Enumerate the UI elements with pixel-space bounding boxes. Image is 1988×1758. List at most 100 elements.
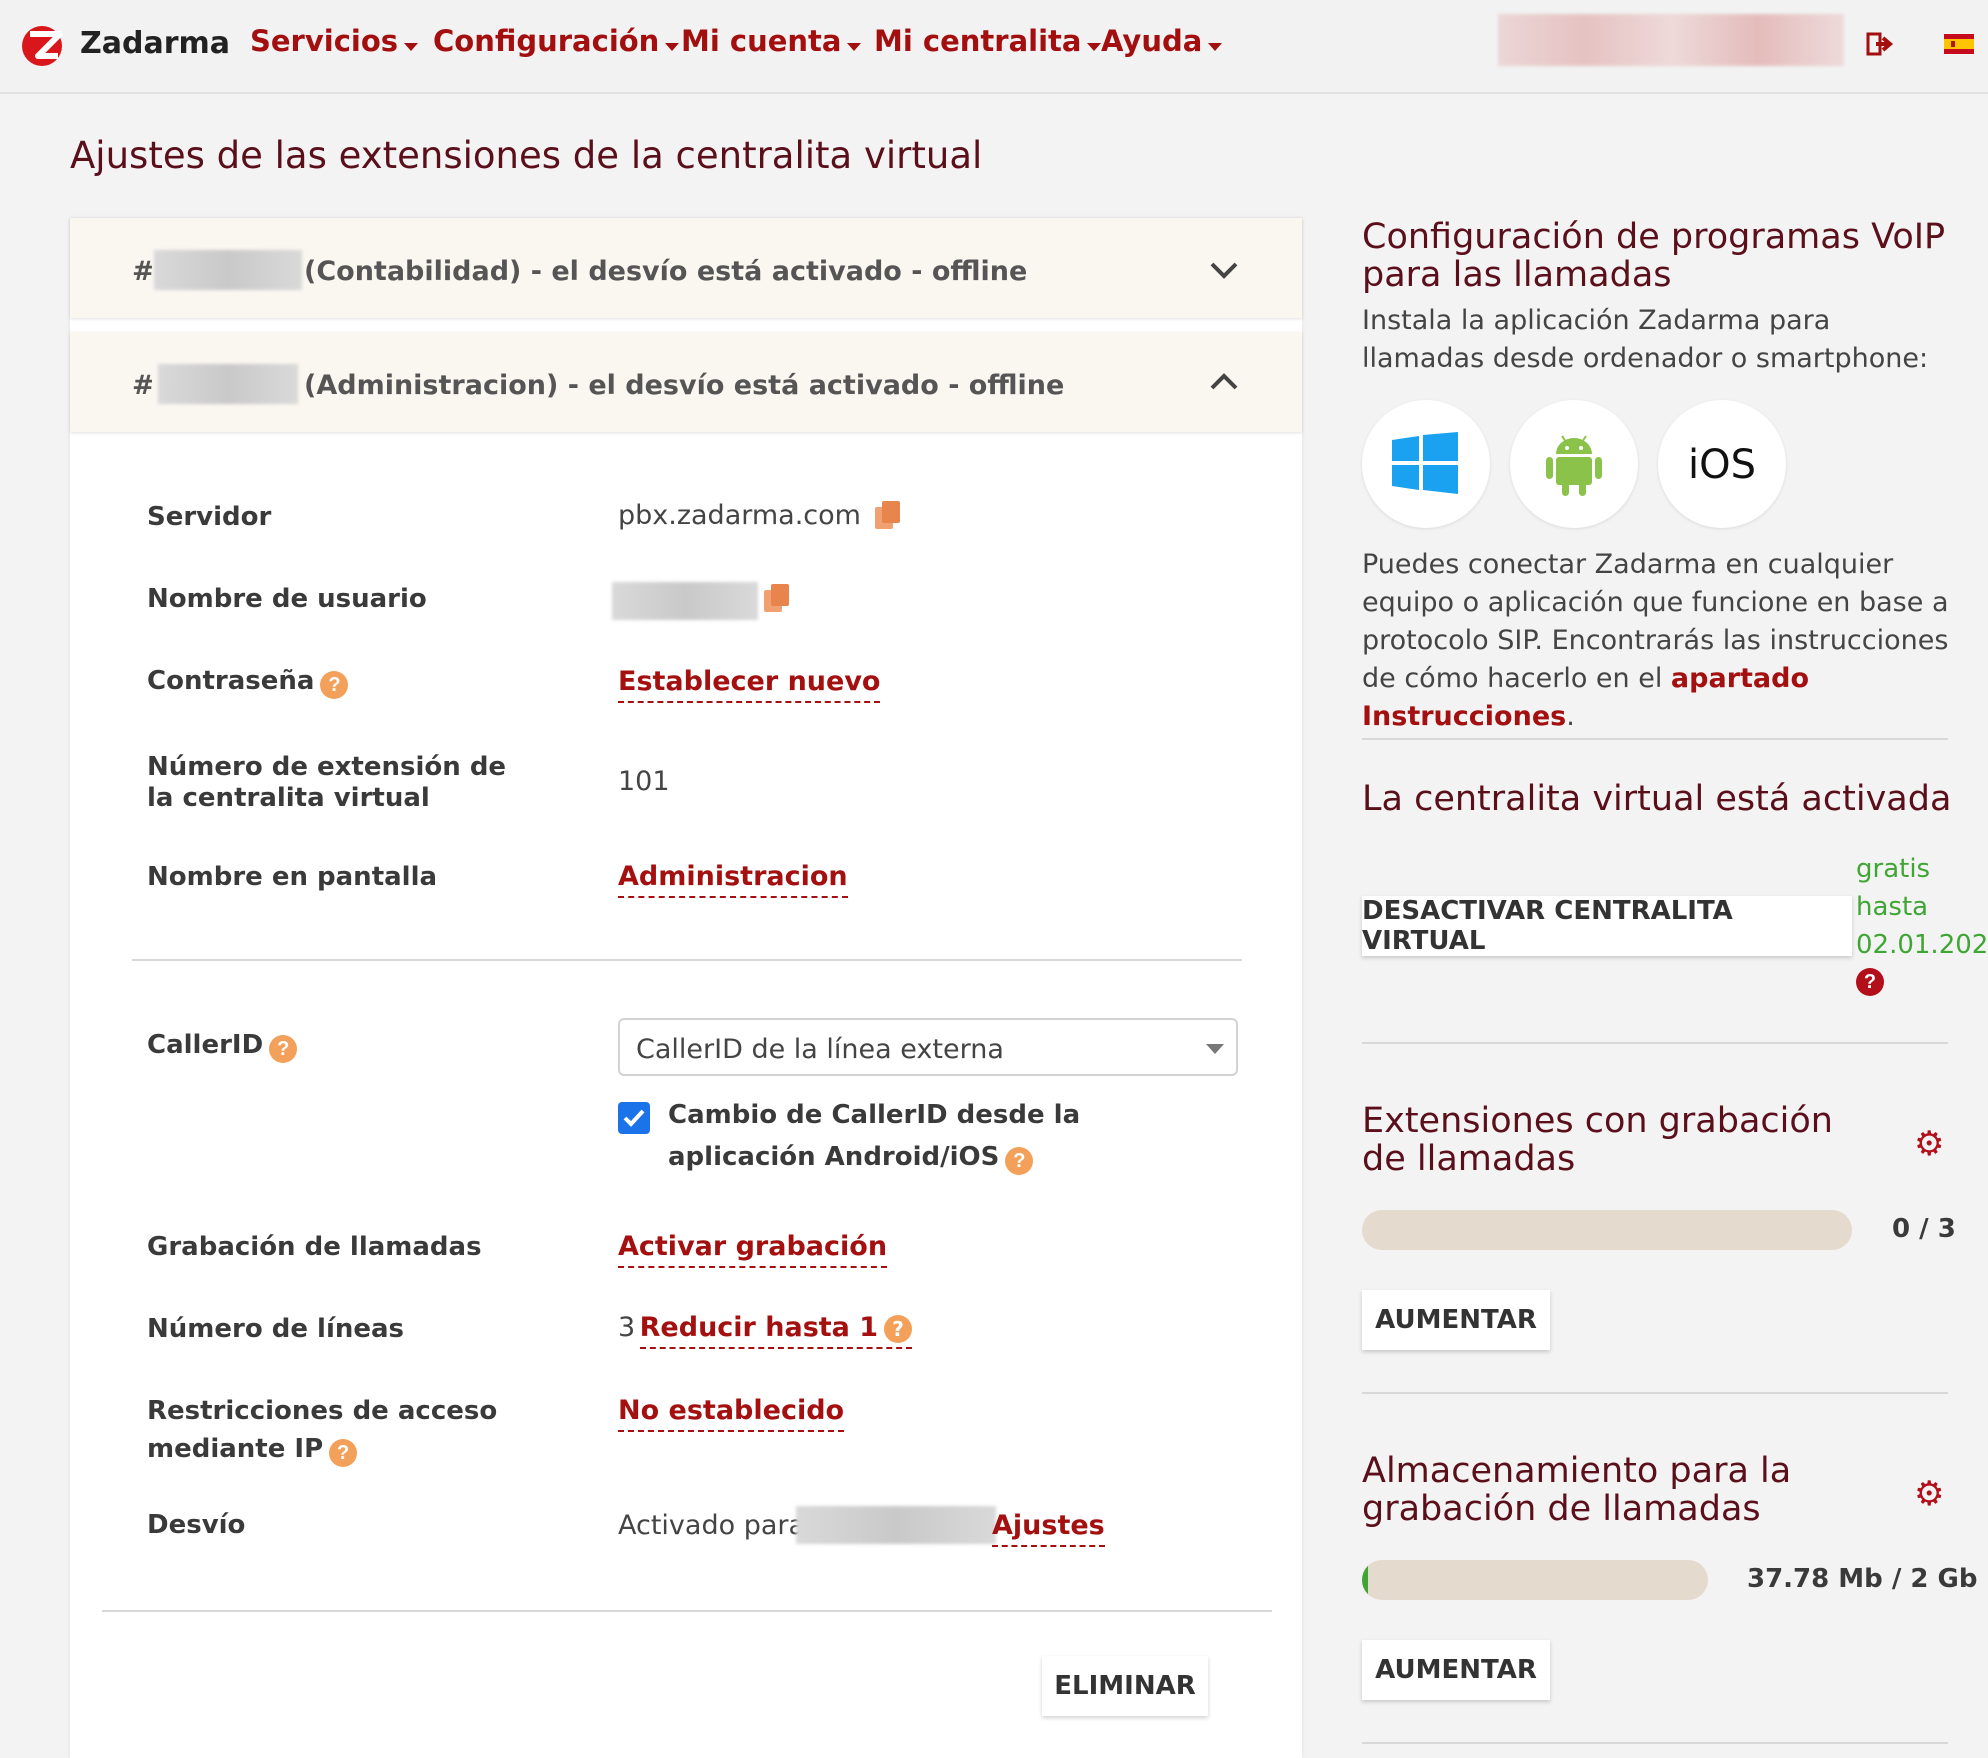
- lines-row-value: 3 Reducir hasta 1?: [618, 1312, 913, 1349]
- increase-storage-button[interactable]: AUMENTAR: [1362, 1640, 1550, 1700]
- forwarding-number-redacted: [796, 1506, 996, 1544]
- android-app-button[interactable]: [1510, 400, 1638, 528]
- nav-ayuda[interactable]: Ayuda: [1101, 24, 1223, 58]
- chevron-up-icon[interactable]: [1208, 370, 1240, 394]
- callerid-select[interactable]: CallerID de la línea externa: [618, 1018, 1238, 1076]
- extension-prefix: #9: [132, 370, 152, 401]
- recording-extensions-count: 0 / 3: [1892, 1214, 1956, 1244]
- lines-count-value: 3: [618, 1312, 636, 1343]
- chevron-down-icon: [1208, 42, 1223, 51]
- dropdown-arrow-icon: [1206, 1044, 1224, 1054]
- free-until-text: gratis hasta 02.01.2021: [1856, 854, 1988, 960]
- callerid-app-checkbox[interactable]: [618, 1102, 650, 1134]
- copy-icon[interactable]: [874, 500, 901, 531]
- sip-text: Puedes conectar Zadarma en cualquier equ…: [1362, 549, 1949, 694]
- ip-restrictions-label-row: Restricciones de acceso mediante IP?: [147, 1394, 527, 1470]
- account-info-redacted[interactable]: [1498, 14, 1844, 66]
- callerid-selected-value: CallerID de la línea externa: [636, 1034, 1004, 1065]
- nav-ayuda-label: Ayuda: [1101, 24, 1203, 58]
- display-name-label: Nombre en pantalla: [147, 862, 438, 892]
- pbx-status-title: La centralita virtual está activada: [1362, 779, 1952, 819]
- windows-icon: [1392, 432, 1458, 494]
- android-icon: [1546, 435, 1602, 496]
- chevron-down-icon: [1087, 42, 1102, 51]
- section-divider: [1362, 1042, 1948, 1044]
- set-new-password-link[interactable]: Establecer nuevo: [618, 666, 881, 703]
- callerid-app-checkbox-label-row: Cambio de CallerID desde la aplicación A…: [668, 1096, 1188, 1180]
- recording-extensions-progress: [1362, 1210, 1852, 1250]
- page-title: Ajustes de las extensiones de la central…: [70, 134, 983, 177]
- help-icon[interactable]: ?: [320, 670, 349, 699]
- reduce-lines-link[interactable]: Reducir hasta 1?: [639, 1312, 913, 1349]
- recording-storage-title: Almacenamiento para la grabación de llam…: [1362, 1451, 1792, 1529]
- extensions-panel: #9 (Contabilidad) - el desvío está activ…: [70, 218, 1302, 1758]
- ios-label: iOS: [1688, 442, 1756, 488]
- recording-storage-progress: [1362, 1560, 1708, 1600]
- section-divider: [1362, 1742, 1948, 1744]
- chevron-down-icon[interactable]: [1208, 258, 1240, 282]
- copy-icon[interactable]: [764, 584, 790, 614]
- nav-mi-centralita[interactable]: Mi centralita: [874, 24, 1102, 58]
- help-icon[interactable]: ?: [329, 1438, 358, 1467]
- gear-icon[interactable]: ⚙: [1914, 1474, 1944, 1514]
- recording-storage-count: 37.78 Mb / 2 Gb: [1747, 1564, 1978, 1594]
- extension-number-redacted: [154, 250, 302, 290]
- windows-app-button[interactable]: [1362, 400, 1490, 528]
- top-navbar: Zadarma Servicios Configuración Mi cuent…: [0, 0, 1988, 94]
- nav-servicios-label: Servicios: [250, 24, 399, 58]
- zadarma-logo-icon[interactable]: [20, 20, 70, 68]
- increase-recording-button[interactable]: AUMENTAR: [1362, 1290, 1550, 1350]
- extension-number-redacted: [158, 364, 298, 404]
- extension-prefix: #9: [132, 256, 152, 287]
- ios-app-button[interactable]: iOS: [1658, 400, 1786, 528]
- checkmark-icon: [623, 1109, 645, 1127]
- recording-extensions-title: Extensiones con grabación de llamadas: [1362, 1101, 1833, 1179]
- username-redacted: [612, 582, 758, 620]
- forwarding-value: Activado para: [618, 1510, 806, 1541]
- question-circle-icon[interactable]: ?: [1856, 968, 1884, 996]
- help-icon[interactable]: ?: [884, 1314, 913, 1343]
- delete-extension-button[interactable]: ELIMINAR: [1042, 1656, 1208, 1716]
- storage-progress-fill: [1362, 1560, 1369, 1600]
- nav-configuracion[interactable]: Configuración: [433, 24, 680, 58]
- section-divider: [132, 959, 1242, 961]
- server-row-value: pbx.zadarma.com: [618, 500, 901, 531]
- nav-servicios[interactable]: Servicios: [250, 24, 419, 58]
- extension-accordion-contabilidad[interactable]: #9 (Contabilidad) - el desvío está activ…: [70, 218, 1302, 318]
- extension-title: (Administracion) - el desvío está activa…: [304, 370, 1065, 401]
- call-recording-label: Grabación de llamadas: [147, 1232, 482, 1262]
- extension-number-label: Número de extensión de la centralita vir…: [147, 752, 507, 813]
- callerid-label: CallerID: [147, 1030, 264, 1060]
- forwarding-settings-link[interactable]: Ajustes: [992, 1510, 1105, 1547]
- display-name-link[interactable]: Administracion: [618, 861, 848, 898]
- activate-recording-link[interactable]: Activar grabación: [618, 1231, 888, 1268]
- logout-icon[interactable]: [1866, 30, 1894, 58]
- extension-accordion-administracion[interactable]: #9 (Administracion) - el desvío está act…: [70, 332, 1302, 432]
- password-label: Contraseña: [147, 666, 315, 696]
- callerid-label-row: CallerID?: [147, 1030, 298, 1063]
- gear-icon[interactable]: ⚙: [1914, 1124, 1944, 1164]
- password-label-row: Contraseña?: [147, 666, 349, 699]
- ip-restrictions-link[interactable]: No establecido: [618, 1395, 845, 1432]
- help-icon[interactable]: ?: [269, 1034, 298, 1063]
- voip-sidebar: Configuración de programas VoIP para las…: [1362, 218, 1988, 1748]
- section-divider: [102, 1610, 1272, 1612]
- lines-count-label: Número de líneas: [147, 1314, 405, 1344]
- nav-mi-cuenta[interactable]: Mi cuenta: [681, 24, 862, 58]
- extension-title: (Contabilidad) - el desvío está activado…: [304, 256, 1028, 287]
- help-icon[interactable]: ?: [1005, 1146, 1034, 1175]
- voip-section-text: Instala la aplicación Zadarma para llama…: [1362, 305, 1929, 374]
- chevron-down-icon: [404, 42, 419, 51]
- section-divider: [1362, 1392, 1948, 1394]
- spain-flag-icon[interactable]: [1944, 34, 1974, 54]
- sip-text-end: .: [1566, 701, 1575, 732]
- sip-instructions-text: Puedes conectar Zadarma en cualquier equ…: [1362, 546, 1952, 736]
- brand-name[interactable]: Zadarma: [80, 26, 230, 61]
- extension-number-value: 101: [618, 766, 670, 797]
- username-label: Nombre de usuario: [147, 584, 427, 614]
- reduce-lines-link-label: Reducir hasta 1: [639, 1312, 879, 1343]
- section-divider: [1362, 738, 1948, 740]
- chevron-down-icon: [847, 42, 862, 51]
- ip-restrictions-label: Restricciones de acceso mediante IP: [147, 1396, 498, 1464]
- deactivate-pbx-button[interactable]: DESACTIVAR CENTRALITA VIRTUAL: [1362, 896, 1852, 956]
